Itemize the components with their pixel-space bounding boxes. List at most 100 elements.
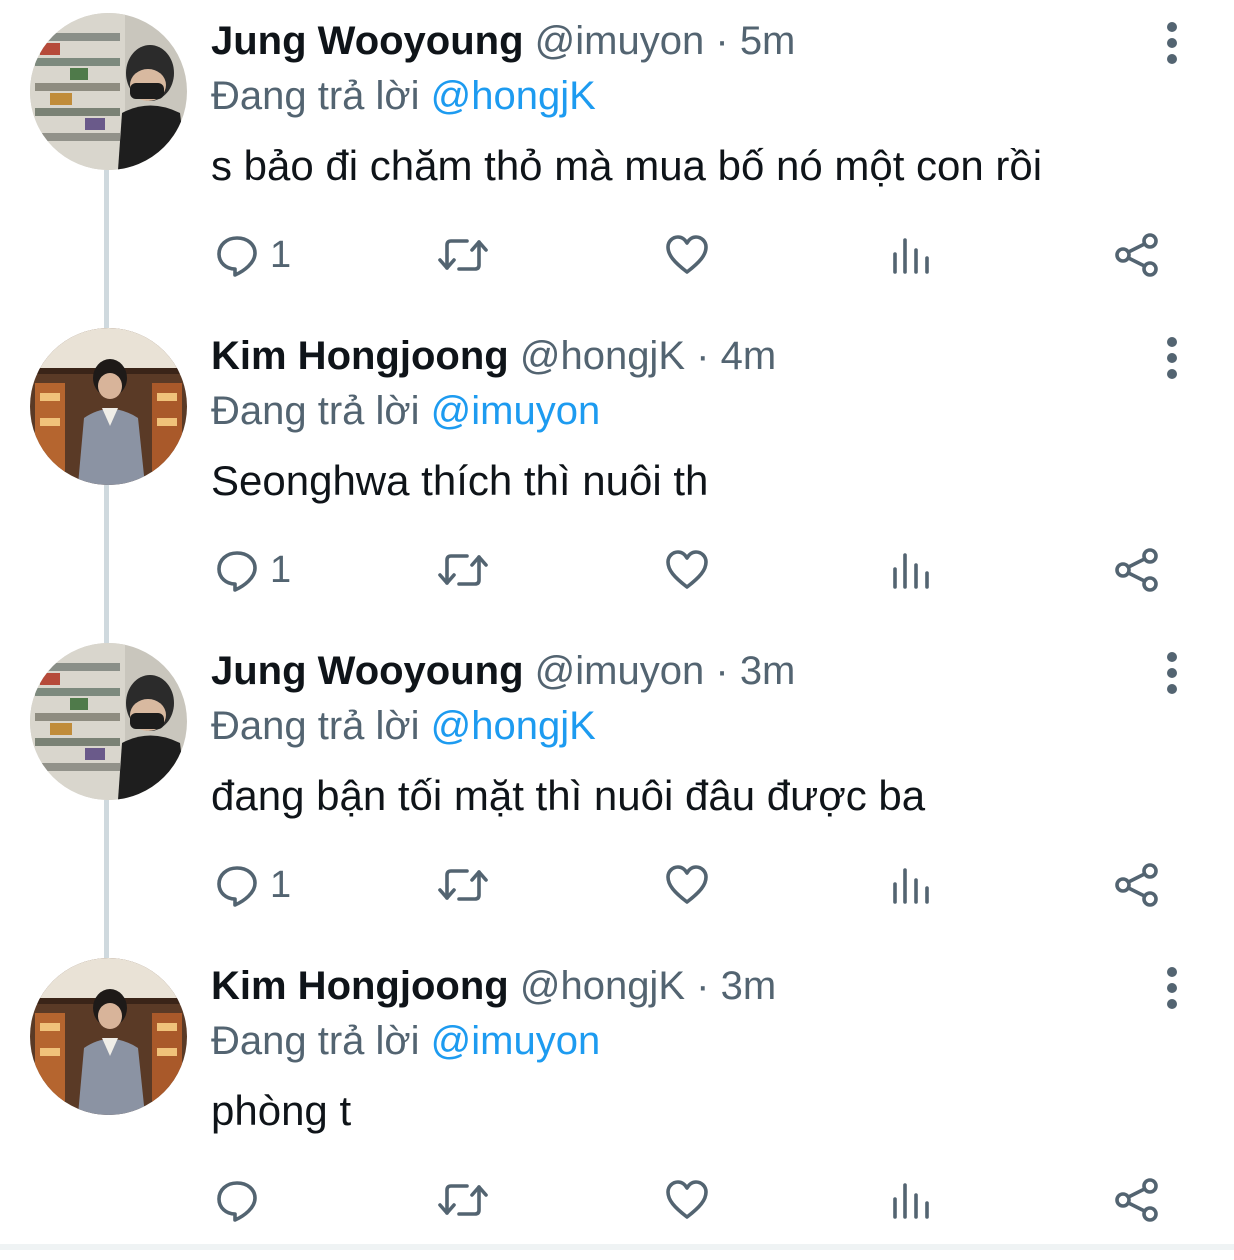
separator-dot: · bbox=[696, 334, 710, 378]
tweet-actions: 1 bbox=[0, 220, 1234, 290]
retweet-button[interactable] bbox=[437, 850, 489, 920]
replying-to: Đang trả lời @imuyon bbox=[211, 1018, 600, 1064]
reply-button[interactable]: 1 bbox=[214, 220, 291, 290]
thread-connector bbox=[104, 315, 109, 328]
retweet-icon bbox=[438, 239, 488, 271]
tweet-1[interactable]: Jung Wooyoung @imuyon · 5m Đang trả lời … bbox=[0, 0, 1234, 315]
more-options-button[interactable] bbox=[1150, 18, 1194, 68]
like-button[interactable] bbox=[664, 850, 710, 920]
more-options-button[interactable] bbox=[1150, 648, 1194, 698]
heart-icon bbox=[666, 865, 708, 904]
tweet-actions: 1 bbox=[0, 535, 1234, 605]
heart-icon bbox=[666, 1180, 708, 1219]
tweet-actions: 1 bbox=[0, 850, 1234, 920]
reply-button[interactable]: 1 bbox=[214, 535, 291, 605]
tweet-4[interactable]: Kim Hongjoong @hongjK · 3m Đang trả lời … bbox=[0, 945, 1234, 1260]
timestamp[interactable]: 3m bbox=[740, 649, 796, 693]
more-vertical-icon bbox=[1167, 337, 1177, 379]
author-handle[interactable]: @imuyon bbox=[535, 649, 705, 693]
retweet-button[interactable] bbox=[437, 1165, 489, 1235]
author-name[interactable]: Kim Hongjoong bbox=[211, 964, 509, 1008]
tweet-actions bbox=[0, 1165, 1234, 1235]
bottom-divider bbox=[0, 1244, 1234, 1250]
avatar-kim-hongjoong[interactable] bbox=[30, 958, 187, 1115]
author-handle[interactable]: @imuyon bbox=[535, 19, 705, 63]
share-icon bbox=[1115, 863, 1158, 907]
analytics-icon bbox=[893, 553, 929, 589]
tweet-text: Seonghwa thích thì nuôi th bbox=[211, 457, 709, 504]
retweet-icon bbox=[438, 869, 488, 901]
more-vertical-icon bbox=[1167, 652, 1177, 694]
timestamp[interactable]: 3m bbox=[721, 964, 777, 1008]
retweet-icon bbox=[438, 554, 488, 586]
author-name[interactable]: Kim Hongjoong bbox=[211, 334, 509, 378]
reply-icon bbox=[217, 236, 257, 277]
author-name[interactable]: Jung Wooyoung bbox=[211, 649, 524, 693]
more-options-button[interactable] bbox=[1150, 963, 1194, 1013]
like-button[interactable] bbox=[664, 220, 710, 290]
timestamp[interactable]: 5m bbox=[740, 19, 796, 63]
replying-to: Đang trả lời @hongjK bbox=[211, 703, 596, 749]
reply-count: 1 bbox=[270, 234, 292, 276]
separator-dot: · bbox=[696, 964, 710, 1008]
share-icon bbox=[1115, 233, 1158, 277]
replying-label: Đang trả lời bbox=[211, 704, 420, 748]
avatar-kim-hongjoong[interactable] bbox=[30, 328, 187, 485]
replying-to: Đang trả lời @imuyon bbox=[211, 388, 600, 434]
reply-icon bbox=[217, 1181, 257, 1222]
tweet-text: s bảo đi chăm thỏ mà mua bố nó một con r… bbox=[211, 142, 1043, 189]
tweet-text: phòng t bbox=[211, 1087, 352, 1134]
retweet-button[interactable] bbox=[437, 535, 489, 605]
separator-dot: · bbox=[715, 19, 729, 63]
avatar-jung-wooyoung[interactable] bbox=[30, 13, 187, 170]
reply-button[interactable] bbox=[214, 1165, 270, 1235]
heart-icon bbox=[666, 235, 708, 274]
avatar-photo-store-front bbox=[30, 328, 187, 485]
reply-icon bbox=[217, 866, 257, 907]
reply-icon bbox=[217, 551, 257, 592]
mention-link[interactable]: @hongjK bbox=[431, 74, 596, 118]
author-name[interactable]: Jung Wooyoung bbox=[211, 19, 524, 63]
share-button[interactable] bbox=[1113, 535, 1161, 605]
share-button[interactable] bbox=[1113, 850, 1161, 920]
tweet-header: Jung Wooyoung @imuyon · 5m bbox=[211, 18, 795, 64]
more-vertical-icon bbox=[1167, 22, 1177, 64]
share-button[interactable] bbox=[1113, 220, 1161, 290]
avatar-photo-store bbox=[30, 643, 187, 800]
share-button[interactable] bbox=[1113, 1165, 1161, 1235]
views-button[interactable] bbox=[890, 850, 932, 920]
avatar-photo-store bbox=[30, 13, 187, 170]
tweet-2[interactable]: Kim Hongjoong @hongjK · 4m Đang trả lời … bbox=[0, 315, 1234, 630]
retweet-icon bbox=[438, 1184, 488, 1216]
heart-icon bbox=[666, 550, 708, 589]
reply-count: 1 bbox=[270, 549, 292, 591]
thread-connector bbox=[104, 630, 109, 643]
avatar-photo-store-front bbox=[30, 958, 187, 1115]
share-icon bbox=[1115, 548, 1158, 592]
more-vertical-icon bbox=[1167, 967, 1177, 1009]
mention-link[interactable]: @hongjK bbox=[431, 704, 596, 748]
analytics-icon bbox=[893, 868, 929, 904]
tweet-header: Kim Hongjoong @hongjK · 3m bbox=[211, 963, 776, 1009]
mention-link[interactable]: @imuyon bbox=[431, 1019, 601, 1063]
views-button[interactable] bbox=[890, 535, 932, 605]
avatar-jung-wooyoung[interactable] bbox=[30, 643, 187, 800]
replying-label: Đang trả lời bbox=[211, 74, 420, 118]
mention-link[interactable]: @imuyon bbox=[431, 389, 601, 433]
author-handle[interactable]: @hongjK bbox=[520, 964, 685, 1008]
reply-button[interactable]: 1 bbox=[214, 850, 291, 920]
like-button[interactable] bbox=[664, 1165, 710, 1235]
views-button[interactable] bbox=[890, 220, 932, 290]
author-handle[interactable]: @hongjK bbox=[520, 334, 685, 378]
tweet-3[interactable]: Jung Wooyoung @imuyon · 3m Đang trả lời … bbox=[0, 630, 1234, 945]
analytics-icon bbox=[893, 1183, 929, 1219]
timestamp[interactable]: 4m bbox=[721, 334, 777, 378]
replying-to: Đang trả lời @hongjK bbox=[211, 73, 596, 119]
views-button[interactable] bbox=[890, 1165, 932, 1235]
more-options-button[interactable] bbox=[1150, 333, 1194, 383]
replying-label: Đang trả lời bbox=[211, 389, 420, 433]
tweet-header: Jung Wooyoung @imuyon · 3m bbox=[211, 648, 795, 694]
like-button[interactable] bbox=[664, 535, 710, 605]
replying-label: Đang trả lời bbox=[211, 1019, 420, 1063]
retweet-button[interactable] bbox=[437, 220, 489, 290]
